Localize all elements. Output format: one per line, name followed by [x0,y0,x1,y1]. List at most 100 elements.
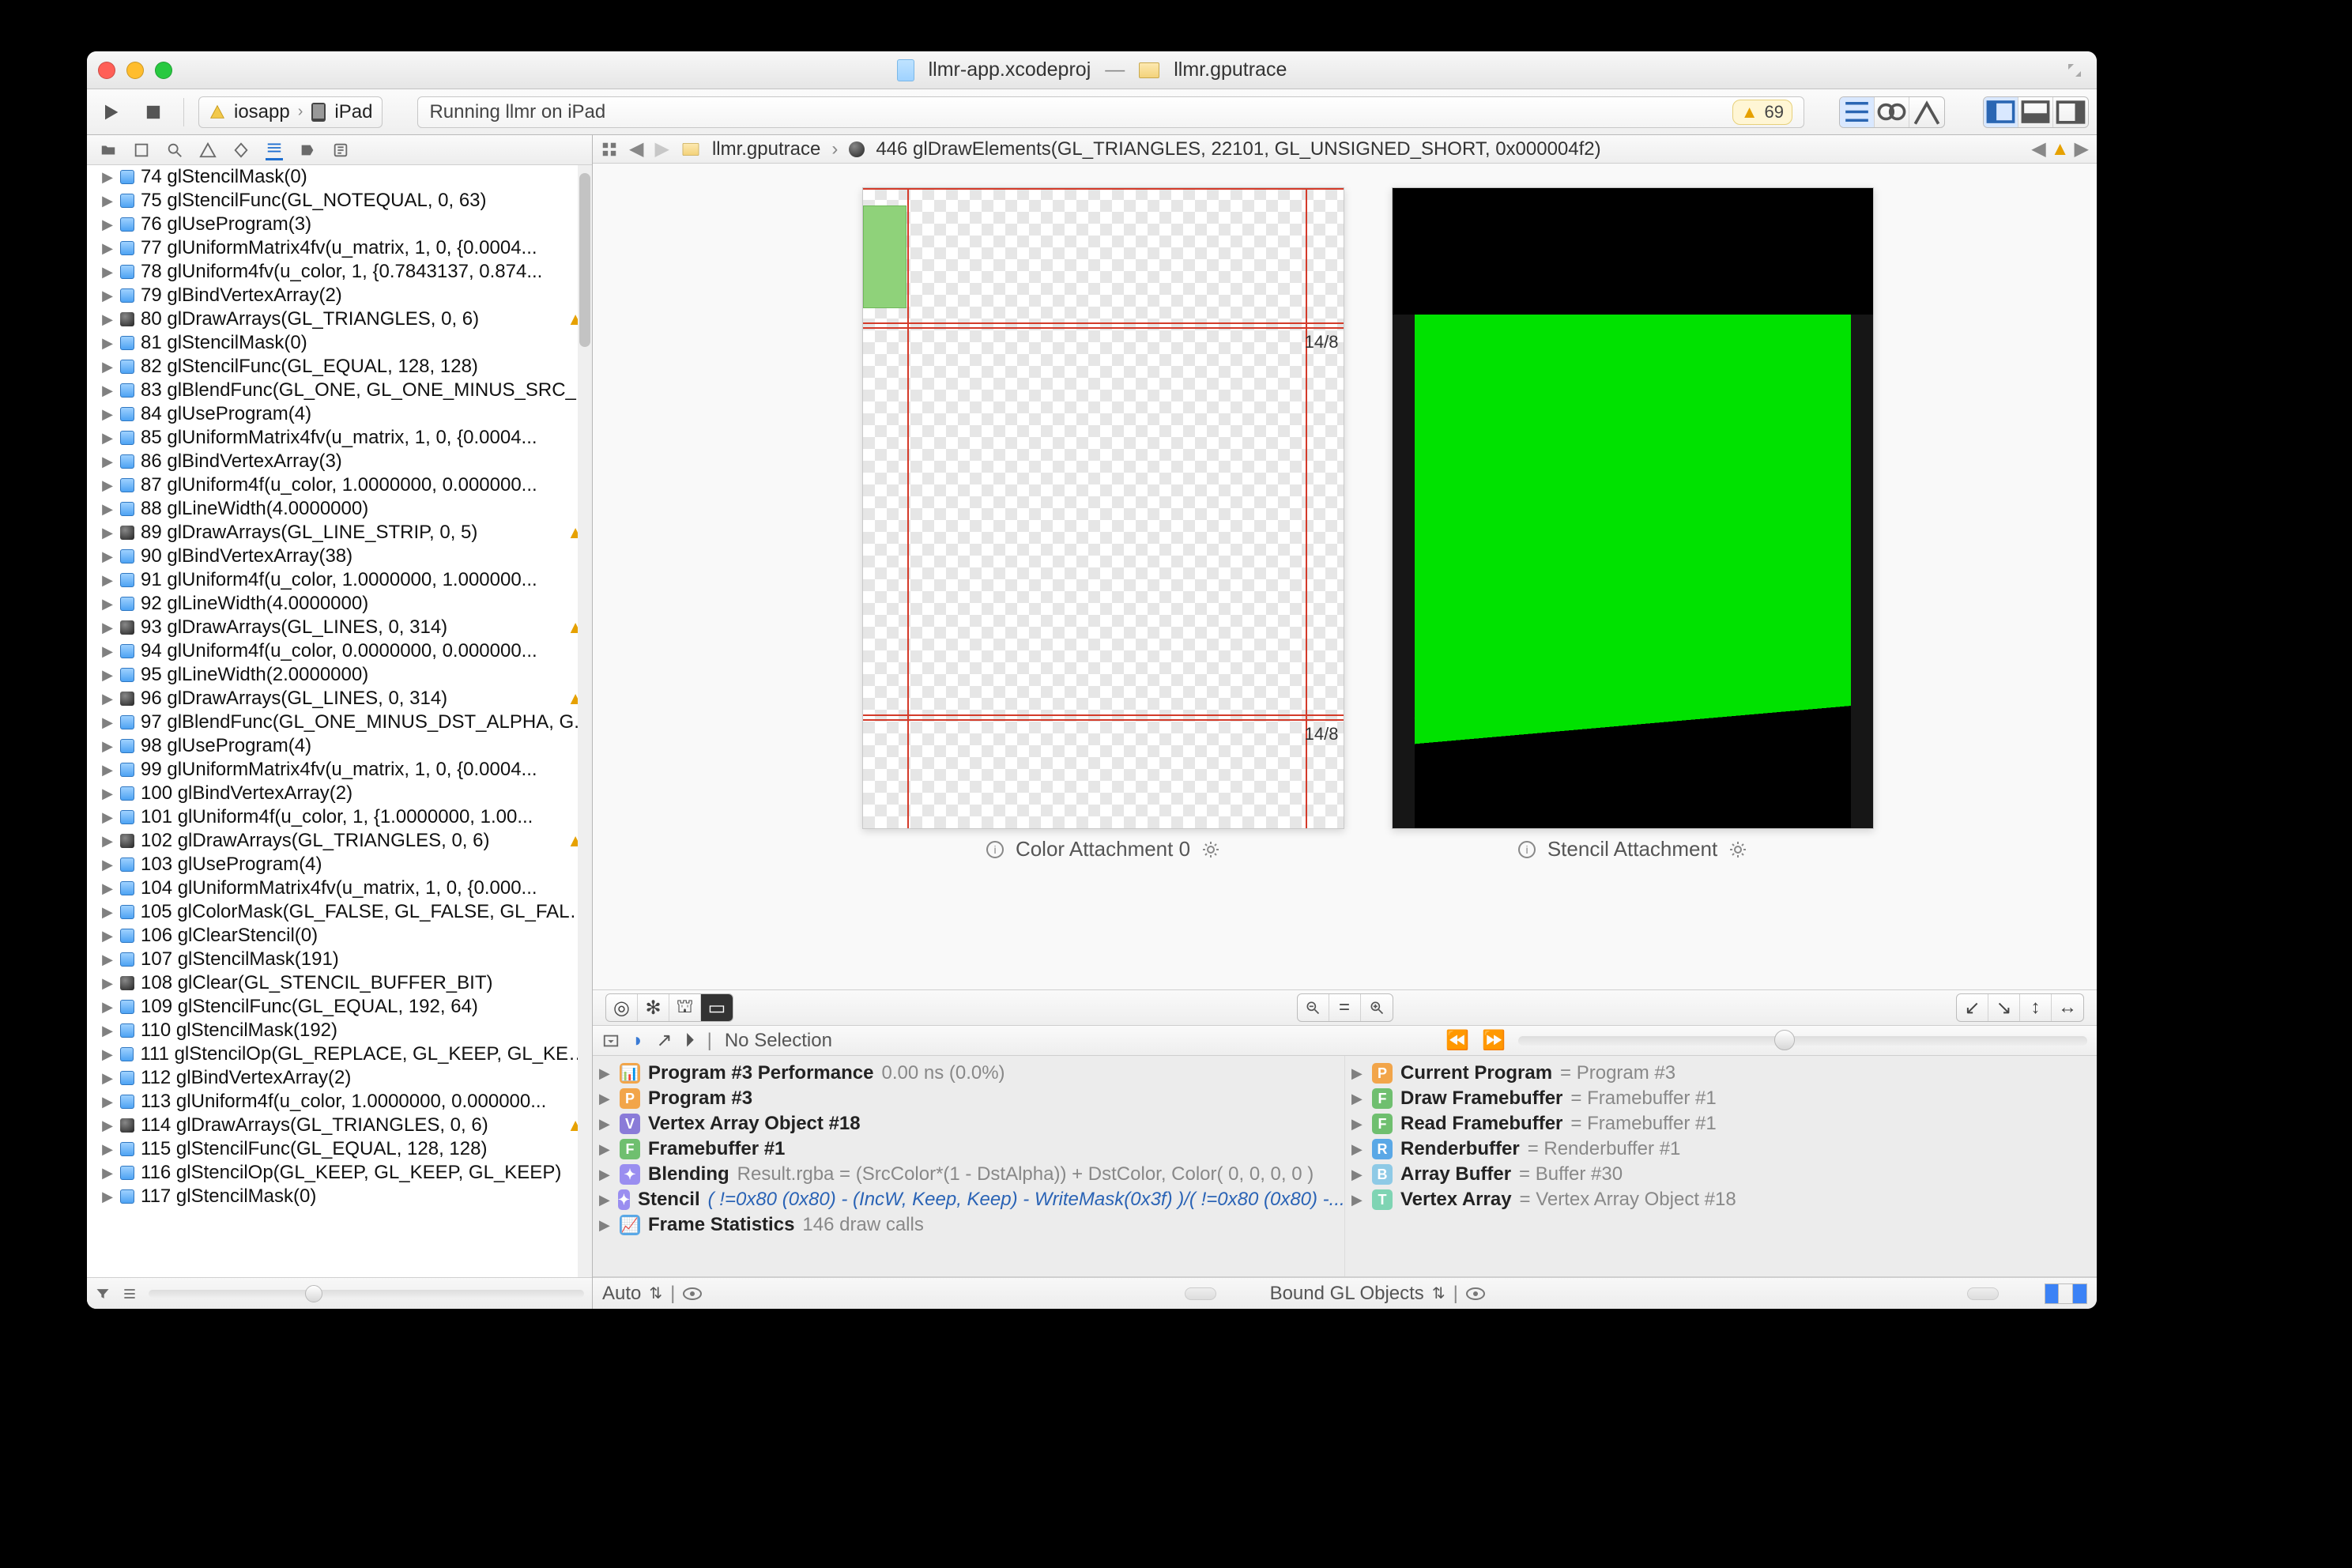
jump-back-icon[interactable]: ◀ [629,138,643,160]
view-mode-group[interactable]: ◎ ✻ ⛫ ▭ [605,993,733,1022]
filter-pill[interactable] [1185,1287,1216,1300]
eye-icon[interactable] [1466,1287,1485,1301]
eye-icon[interactable] [683,1287,702,1301]
call-row[interactable]: ▶108 glClear(GL_STENCIL_BUFFER_BIT) [87,971,592,995]
call-row[interactable]: ▶86 glBindVertexArray(3) [87,450,592,473]
stencil-attachment-view[interactable] [1392,187,1874,829]
call-row[interactable]: ▶96 glDrawArrays(GL_LINES, 0, 314)▲ [87,687,592,710]
version-editor-icon[interactable] [1909,97,1944,127]
call-row[interactable]: ▶101 glUniform4f(u_color, 1, {1.0000000,… [87,805,592,829]
castle-icon[interactable]: ⛫ [669,994,701,1021]
call-tree[interactable]: ▶74 glStencilMask(0)▶75 glStencilFunc(GL… [87,165,592,1277]
color-attachment-view[interactable]: 14/8 14/8 [862,187,1344,829]
call-row[interactable]: ▶83 glBlendFunc(GL_ONE, GL_ONE_MINUS_SRC… [87,379,592,402]
report-icon[interactable] [332,141,349,159]
navigator-tabs[interactable] [87,135,592,165]
folder-icon[interactable] [100,141,117,159]
arrow-vertical-icon[interactable]: ↕ [2020,994,2052,1021]
call-row[interactable]: ▶100 glBindVertexArray(2) [87,782,592,805]
zoom-in-icon[interactable] [1361,994,1393,1021]
dropdown-icon[interactable] [602,1032,620,1050]
call-row[interactable]: ▶85 glUniformMatrix4fv(u_matrix, 1, 0, {… [87,426,592,450]
jump-file[interactable]: llmr.gputrace [712,138,820,160]
call-row[interactable]: ▶77 glUniformMatrix4fv(u_matrix, 1, 0, {… [87,236,592,260]
symbol-icon[interactable] [133,141,150,159]
tree-scrollbar[interactable] [578,165,592,1277]
call-row[interactable]: ▶93 glDrawArrays(GL_LINES, 0, 314)▲ [87,616,592,639]
navigator-slider[interactable] [149,1290,584,1298]
call-row[interactable]: ▶90 glBindVertexArray(38) [87,545,592,568]
cursor-icon[interactable]: ↗ [657,1029,673,1052]
call-row[interactable]: ▶107 glStencilMask(191) [87,948,592,971]
call-row[interactable]: ▶98 glUseProgram(4) [87,734,592,758]
orientation-group[interactable]: ↙ ↘ ↕ ↔ [1956,993,2084,1022]
bottom-panel-icon[interactable] [2018,97,2053,127]
inspector-row[interactable]: ▶📊Program #3 Performance 0.00 ns (0.0%) [599,1061,1338,1086]
zoom-out-icon[interactable] [1298,994,1329,1021]
auto-label[interactable]: Auto [602,1283,641,1305]
bound-label[interactable]: Bound GL Objects [1270,1283,1424,1305]
filter-pill[interactable] [1967,1287,1999,1300]
call-row[interactable]: ▶116 glStencilOp(GL_KEEP, GL_KEEP, GL_KE… [87,1161,592,1185]
breakpoint-icon[interactable] [299,141,316,159]
call-row[interactable]: ▶102 glDrawArrays(GL_TRIANGLES, 0, 6)▲ [87,829,592,853]
call-row[interactable]: ▶115 glStencilFunc(GL_EQUAL, 128, 128) [87,1137,592,1161]
search-icon[interactable] [166,141,183,159]
stop-button[interactable] [138,96,169,128]
call-row[interactable]: ▶109 glStencilFunc(GL_EQUAL, 192, 64) [87,995,592,1019]
call-row[interactable]: ▶103 glUseProgram(4) [87,853,592,876]
zoom-fit-icon[interactable]: = [1329,994,1361,1021]
inspector-row[interactable]: ▶TVertex Array = Vertex Array Object #18 [1351,1187,2090,1212]
call-row[interactable]: ▶110 glStencilMask(192) [87,1019,592,1042]
call-row[interactable]: ▶76 glUseProgram(3) [87,213,592,236]
run-button[interactable] [95,96,126,128]
call-row[interactable]: ▶104 glUniformMatrix4fv(u_matrix, 1, 0, … [87,876,592,900]
editor-mode-segment[interactable] [1839,96,1945,128]
arrow-down-left-icon[interactable]: ↙ [1957,994,1988,1021]
inspector-row[interactable]: ▶PCurrent Program = Program #3 [1351,1061,2090,1086]
spiral-icon[interactable]: ◎ [606,994,638,1021]
call-row[interactable]: ▶81 glStencilMask(0) [87,331,592,355]
call-row[interactable]: ▶80 glDrawArrays(GL_TRIANGLES, 0, 6)▲ [87,307,592,331]
inspector-row[interactable]: ▶📈Frame Statistics 146 draw calls [599,1212,1338,1238]
call-row[interactable]: ▶78 glUniform4fv(u_color, 1, {0.7843137,… [87,260,592,284]
issue-icon[interactable] [199,141,217,159]
arrow-down-right-icon[interactable]: ↘ [1988,994,2020,1021]
left-panel-icon[interactable] [1984,97,2018,127]
bound-objects-inspector[interactable]: ▶PCurrent Program = Program #3▶FDraw Fra… [1345,1056,2097,1276]
inspector-row[interactable]: ▶✦Blending Result.rgba = (SrcColor*(1 - … [599,1162,1338,1187]
call-row[interactable]: ▶105 glColorMask(GL_FALSE, GL_FALSE, GL_… [87,900,592,924]
call-row[interactable]: ▶94 glUniform4f(u_color, 0.0000000, 0.00… [87,639,592,663]
filter-icon[interactable] [95,1286,111,1302]
call-row[interactable]: ▶95 glLineWidth(2.0000000) [87,663,592,687]
jump-prev-icon[interactable]: ◀ [2031,138,2045,160]
fullscreen-icon[interactable] [2064,61,2086,80]
updown-icon[interactable]: ⇅ [1432,1283,1446,1303]
standard-editor-icon[interactable] [1840,97,1875,127]
outline-icon[interactable] [122,1286,138,1302]
call-row[interactable]: ▶106 glClearStencil(0) [87,924,592,948]
jump-next-icon[interactable]: ▶ [2075,138,2089,160]
assistant-editor-icon[interactable] [1875,97,1909,127]
arrow-horizontal-icon[interactable]: ↔ [2052,994,2083,1021]
panel-visibility-segment[interactable] [1983,96,2089,128]
inspector-row[interactable]: ▶FRead Framebuffer = Framebuffer #1 [1351,1111,2090,1136]
zoom-group[interactable]: = [1297,993,1393,1022]
call-row[interactable]: ▶111 glStencilOp(GL_REPLACE, GL_KEEP, GL… [87,1042,592,1066]
updown-icon[interactable]: ⇅ [649,1283,662,1303]
jump-bar[interactable]: ◀ ▶ llmr.gputrace › 446 glDrawElements(G… [593,135,2097,164]
inspector-row[interactable]: ▶✦Stencil ( !=0x80 (0x80) - (IncW, Keep,… [599,1187,1338,1212]
call-row[interactable]: ▶84 glUseProgram(4) [87,402,592,426]
gear-icon[interactable] [1201,840,1220,859]
call-row[interactable]: ▶114 glDrawArrays(GL_TRIANGLES, 0, 6)▲ [87,1114,592,1137]
call-row[interactable]: ▶112 glBindVertexArray(2) [87,1066,592,1090]
call-row[interactable]: ▶82 glStencilFunc(GL_EQUAL, 128, 128) [87,355,592,379]
info-icon[interactable]: i [986,840,1004,859]
test-icon[interactable] [232,141,250,159]
frame-slider[interactable] [1518,1036,2087,1046]
call-row[interactable]: ▶92 glLineWidth(4.0000000) [87,592,592,616]
pane-toggle[interactable] [2045,1283,2087,1304]
inspector-row[interactable]: ▶FFramebuffer #1 [599,1136,1338,1162]
call-row[interactable]: ▶88 glLineWidth(4.0000000) [87,497,592,521]
call-row[interactable]: ▶91 glUniform4f(u_color, 1.0000000, 1.00… [87,568,592,592]
